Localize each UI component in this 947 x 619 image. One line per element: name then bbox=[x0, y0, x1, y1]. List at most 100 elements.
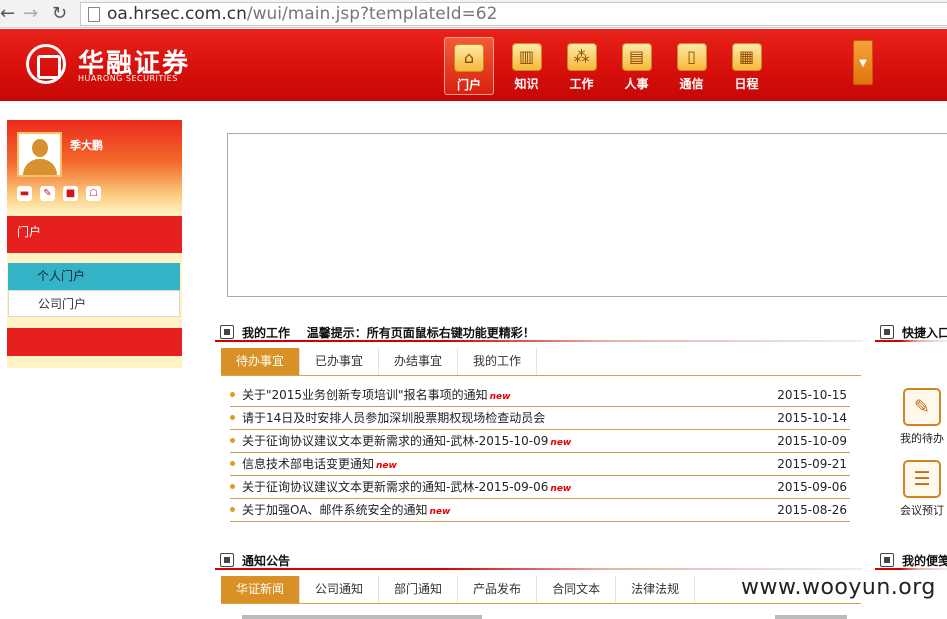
work-icon: ⁂ bbox=[566, 43, 597, 71]
bullet-icon bbox=[230, 438, 235, 443]
username[interactable]: 季大鹏 bbox=[70, 137, 103, 153]
org-chart-icon[interactable]: ☖ bbox=[86, 186, 101, 201]
sidebar-item-company-portal[interactable]: 公司门户 bbox=[8, 290, 180, 317]
topnav-label: 工作 bbox=[569, 77, 594, 91]
memo-section-title: 我的便笺 bbox=[902, 554, 947, 568]
logo-subtitle: HUARONG SECURITIES bbox=[78, 74, 178, 83]
work-section-tip: 温馨提示：所有页面鼠标右键功能更精彩！ bbox=[306, 326, 535, 340]
list-item[interactable]: 请于14日及时安排人员参加深圳股票期权现场检查动员会 2015-10-14 bbox=[230, 407, 850, 430]
topnav-label: 人事 bbox=[624, 77, 649, 91]
notice-tab-5[interactable]: 法律法规 bbox=[616, 576, 696, 603]
new-badge-icon: new bbox=[489, 392, 511, 402]
sidebar-item-personal-portal[interactable]: 个人门户 bbox=[8, 263, 180, 290]
list-item[interactable]: 关于征询协议建议文本更新需求的通知-武林-2015-09-06 new 2015-0… bbox=[230, 476, 850, 499]
reload-icon[interactable]: ↻ bbox=[52, 3, 67, 25]
list-item-text[interactable]: 关于"2015业务创新专项培训"报名事项的通知 bbox=[242, 388, 488, 402]
list-item-title[interactable]: 请于14日及时安排人员参加深圳股票期权现场检查动员会 bbox=[242, 407, 545, 429]
notice-section-divider bbox=[215, 568, 863, 570]
topnav-label: 门户 bbox=[456, 78, 481, 92]
quick-section-divider bbox=[875, 340, 947, 342]
notice-tab-0[interactable]: 华证新闻 bbox=[221, 576, 301, 603]
topnav-item-1[interactable]: ▥ 知识 bbox=[499, 37, 554, 95]
new-badge-icon: new bbox=[550, 484, 572, 494]
topnav-item-4[interactable]: ▯ 通信 bbox=[664, 37, 719, 95]
list-item-title[interactable]: 关于加强OA、邮件系统安全的通知 new bbox=[242, 499, 450, 523]
work-tab-1[interactable]: 已办事宜 bbox=[300, 348, 380, 375]
watermark-text: www.wooyun.org bbox=[741, 575, 936, 600]
chevron-down-icon: ▼ bbox=[859, 58, 867, 69]
list-item-title[interactable]: 信息技术部电话变更通知 new bbox=[242, 453, 397, 477]
sidebar-item-empty[interactable] bbox=[7, 328, 182, 356]
quick-item-label: 我的待办 bbox=[900, 432, 944, 445]
notice-tab-3[interactable]: 产品发布 bbox=[458, 576, 538, 603]
topnav-item-2[interactable]: ⁂ 工作 bbox=[554, 37, 609, 95]
bullet-icon bbox=[230, 507, 235, 512]
phone-icon: ▯ bbox=[676, 43, 707, 71]
work-section-divider bbox=[215, 340, 863, 342]
list-item-date: 2015-09-06 bbox=[777, 480, 847, 494]
memo-section-divider bbox=[875, 568, 947, 570]
dropdown-toggle-button[interactable]: ▼ bbox=[853, 40, 873, 85]
mail-icon[interactable]: ▬ bbox=[17, 186, 32, 201]
notice-tab-1[interactable]: 公司通知 bbox=[300, 576, 380, 603]
bullet-icon bbox=[230, 392, 235, 397]
list-item-text[interactable]: 关于征询协议建议文本更新需求的通知-武林-2015-10-09 bbox=[242, 434, 548, 448]
work-section-title: 我的工作 bbox=[242, 326, 291, 340]
avatar-body-shape bbox=[23, 159, 57, 175]
list-item-date: 2015-10-09 bbox=[777, 434, 847, 448]
topnav-item-5[interactable]: ▦ 日程 bbox=[719, 37, 774, 95]
huarong-logo-icon bbox=[26, 44, 66, 84]
list-item[interactable]: 关于"2015业务创新专项培训"报名事项的通知 new 2015-10-15 bbox=[230, 384, 850, 407]
avatar[interactable] bbox=[17, 132, 62, 177]
work-tab-2[interactable]: 办结事宜 bbox=[379, 348, 459, 375]
notice-tab-2[interactable]: 部门通知 bbox=[379, 576, 459, 603]
work-tabs: 待办事宜 已办事宜 办结事宜 我的工作 bbox=[221, 348, 861, 376]
list-item-text[interactable]: 请于14日及时安排人员参加深圳股票期权现场检查动员会 bbox=[242, 411, 545, 425]
top-navigation: ⌂ 门户 ▥ 知识 ⁂ 工作 ▤ 人事 ▯ 通信 ▦ 日程 bbox=[444, 37, 774, 95]
topnav-item-0[interactable]: ⌂ 门户 bbox=[444, 37, 494, 95]
address-bar[interactable]: oa.hrsec.com.cn/wui/main.jsp?templateId=… bbox=[80, 2, 947, 26]
browser-toolbar: ← → ↻ oa.hrsec.com.cn/wui/main.jsp?templ… bbox=[0, 0, 947, 28]
url-text[interactable]: oa.hrsec.com.cn/wui/main.jsp?templateId=… bbox=[107, 4, 497, 24]
quick-item-my-todo[interactable]: ✎ 我的待办 bbox=[892, 388, 947, 446]
list-item-title[interactable]: 关于"2015业务创新专项培训"报名事项的通知 new bbox=[242, 384, 510, 408]
notice-list-partial bbox=[230, 612, 850, 619]
sidebar-item-portal[interactable]: 门户 bbox=[7, 216, 182, 253]
bullet-icon bbox=[230, 415, 235, 420]
work-tab-0[interactable]: 待办事宜 bbox=[221, 348, 301, 375]
quick-section-icon bbox=[880, 325, 894, 339]
notice-section-title: 通知公告 bbox=[242, 554, 291, 568]
calendar-icon: ▦ bbox=[731, 43, 762, 71]
quick-section-title: 快捷入口 bbox=[902, 326, 947, 340]
new-badge-icon: new bbox=[550, 438, 572, 448]
topnav-label: 日程 bbox=[734, 77, 759, 91]
list-item[interactable]: 关于加强OA、邮件系统安全的通知 new 2015-08-26 bbox=[230, 499, 850, 522]
bullet-icon bbox=[230, 461, 235, 466]
memo-section-icon bbox=[880, 553, 894, 567]
edit-icon[interactable]: ✎ bbox=[40, 186, 55, 201]
list-item[interactable]: 信息技术部电话变更通知 new 2015-09-21 bbox=[230, 453, 850, 476]
list-item-text[interactable]: 信息技术部电话变更通知 bbox=[242, 457, 374, 471]
forward-arrow-icon[interactable]: → bbox=[23, 3, 38, 25]
lock-icon[interactable]: ■ bbox=[63, 186, 78, 201]
list-item-text[interactable]: 关于征询协议建议文本更新需求的通知-武林-2015-09-06 bbox=[242, 480, 548, 494]
list-item-date: 2015-08-26 bbox=[777, 503, 847, 517]
list-item-date: 2015-10-14 bbox=[777, 411, 847, 425]
work-section-icon bbox=[220, 325, 234, 339]
new-badge-icon: new bbox=[376, 461, 397, 471]
quick-item-meeting-booking[interactable]: ☰ 会议预订 bbox=[892, 460, 947, 518]
list-item[interactable]: 关于征询协议建议文本更新需求的通知-武林-2015-10-09 new 2015-1… bbox=[230, 430, 850, 453]
work-tab-3[interactable]: 我的工作 bbox=[458, 348, 538, 375]
new-badge-icon: new bbox=[429, 507, 451, 517]
list-item-title[interactable]: 关于征询协议建议文本更新需求的通知-武林-2015-10-09 new bbox=[242, 430, 571, 454]
partial-row-text bbox=[242, 615, 482, 619]
back-arrow-icon[interactable]: ← bbox=[0, 3, 15, 25]
list-item-title[interactable]: 关于征询协议建议文本更新需求的通知-武林-2015-09-06 new bbox=[242, 476, 571, 500]
notice-tab-4[interactable]: 合同文本 bbox=[537, 576, 617, 603]
list-item-text[interactable]: 关于加强OA、邮件系统安全的通知 bbox=[242, 503, 427, 517]
topnav-item-3[interactable]: ▤ 人事 bbox=[609, 37, 664, 95]
list-item-date: 2015-10-15 bbox=[777, 388, 847, 402]
avatar-head-shape bbox=[32, 139, 48, 157]
user-tools: ▬ ✎ ■ ☖ bbox=[17, 186, 101, 201]
topnav-label: 通信 bbox=[679, 77, 704, 91]
